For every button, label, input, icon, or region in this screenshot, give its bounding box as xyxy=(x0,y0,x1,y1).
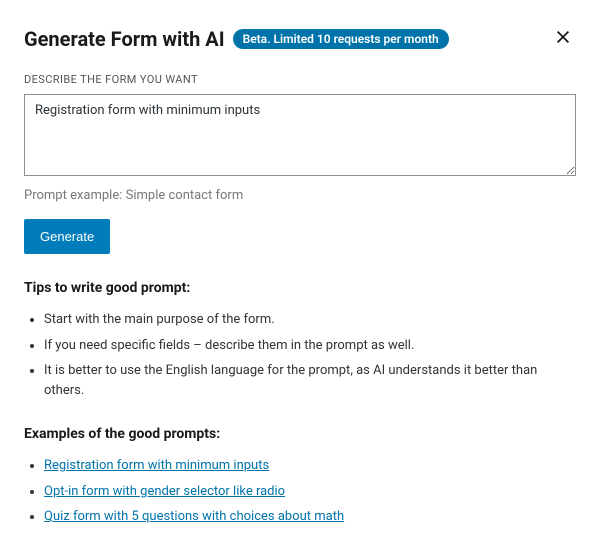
list-item: Start with the main purpose of the form. xyxy=(44,310,576,330)
prompt-label: DESCRIBE THE FORM YOU WANT xyxy=(24,73,576,86)
examples-list: Registration form with minimum inputs Op… xyxy=(24,456,576,527)
list-item: Registration form with minimum inputs xyxy=(44,456,576,476)
dialog-header: Generate Form with AI Beta. Limited 10 r… xyxy=(24,24,576,53)
prompt-input[interactable] xyxy=(24,94,576,176)
list-item: It is better to use the English language… xyxy=(44,361,576,400)
example-link[interactable]: Opt-in form with gender selector like ra… xyxy=(44,484,285,499)
prompt-hint: Prompt example: Simple contact form xyxy=(24,188,576,203)
generate-button[interactable]: Generate xyxy=(24,219,110,254)
dialog-title: Generate Form with AI xyxy=(24,27,225,51)
close-button[interactable] xyxy=(550,24,576,53)
list-item: Quiz form with 5 questions with choices … xyxy=(44,507,576,527)
list-item: If you need specific fields – describe t… xyxy=(44,336,576,356)
title-wrap: Generate Form with AI Beta. Limited 10 r… xyxy=(24,27,449,51)
beta-badge: Beta. Limited 10 requests per month xyxy=(233,29,449,49)
examples-heading: Examples of the good prompts: xyxy=(24,426,576,442)
example-link[interactable]: Registration form with minimum inputs xyxy=(44,458,269,473)
tips-list: Start with the main purpose of the form.… xyxy=(24,310,576,400)
close-icon xyxy=(554,28,572,46)
tips-heading: Tips to write good prompt: xyxy=(24,280,576,296)
list-item: Opt-in form with gender selector like ra… xyxy=(44,482,576,502)
